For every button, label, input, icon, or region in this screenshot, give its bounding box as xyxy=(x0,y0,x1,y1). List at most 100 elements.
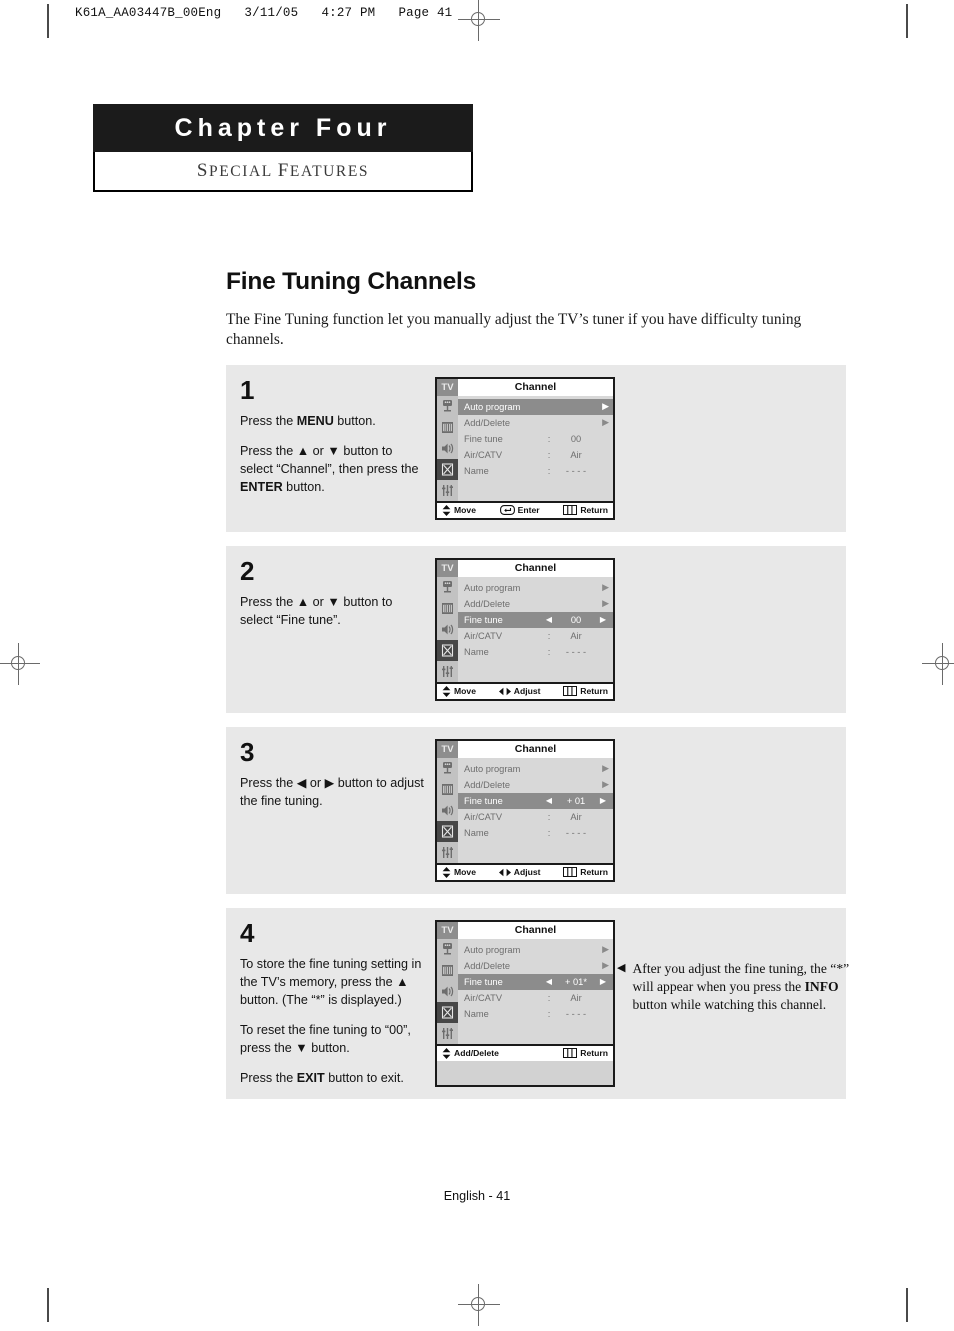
osd-footer-return[interactable]: Return xyxy=(563,867,608,878)
equalizer-icon[interactable] xyxy=(437,480,458,501)
setup-icon[interactable] xyxy=(437,639,458,661)
right-arrow-icon[interactable]: ▶ xyxy=(597,615,609,624)
osd-footer-adjust[interactable]: Adjust xyxy=(498,686,541,696)
osd-footer-label: Return xyxy=(580,1048,608,1059)
osd-row-add-delete[interactable]: Add/Delete ▶ xyxy=(458,777,613,793)
return-menu-icon xyxy=(563,1048,578,1059)
setup-icon[interactable] xyxy=(437,458,458,480)
antenna-icon[interactable] xyxy=(437,939,458,960)
osd-row-colon: : xyxy=(547,646,551,657)
left-arrow-icon[interactable]: ◀ xyxy=(543,615,555,624)
osd-row-value: 00 xyxy=(570,614,582,625)
osd-footer-adjust[interactable]: Adjust xyxy=(498,867,541,877)
osd-row-air-catv[interactable]: Air/CATV: Air xyxy=(458,628,613,644)
enter-key-icon xyxy=(499,505,515,516)
osd-row-colon: : xyxy=(547,465,551,476)
speaker-icon[interactable] xyxy=(437,981,458,1002)
osd-row-label: Fine tune xyxy=(464,614,503,625)
osd-row-value: Air xyxy=(570,992,582,1003)
osd-icon-column xyxy=(437,395,458,501)
step-text-column: 4 To store the fine tuning setting in the… xyxy=(240,920,435,1088)
step-paragraph: To reset the fine tuning to “00”, press … xyxy=(240,1023,411,1056)
crop-mark-top-right xyxy=(906,4,908,38)
antenna-icon[interactable] xyxy=(437,577,458,598)
osd-row-fine-tune[interactable]: Fine tune: 00 xyxy=(458,431,613,447)
osd-header: TV Channel xyxy=(437,740,613,758)
right-arrow-icon[interactable]: ▶ xyxy=(597,796,609,805)
osd-body: Auto program ▶ Add/Delete ▶ Fine tune ◀ + 01 ▶ A… xyxy=(437,757,613,863)
osd-footer-enter[interactable]: Enter xyxy=(499,505,540,516)
step-paragraph: Press the MENU button. xyxy=(240,413,376,428)
osd-footer-move[interactable]: Move xyxy=(442,866,476,878)
osd-footer-return[interactable]: Return xyxy=(563,505,608,516)
setup-icon[interactable] xyxy=(437,1001,458,1023)
osd-row-name[interactable]: Name: - - - - xyxy=(458,825,613,841)
osd-row-add-delete[interactable]: Add/Delete ▶ xyxy=(458,596,613,612)
registration-mark-bottom xyxy=(458,1284,500,1326)
osd-footer-return[interactable]: Return xyxy=(563,686,608,697)
osd-row-auto-program[interactable]: Auto program ▶ xyxy=(458,761,613,777)
equalizer-icon[interactable] xyxy=(437,661,458,682)
move-vertical-icon xyxy=(442,866,451,878)
osd-footer-label: Move xyxy=(454,867,476,878)
antenna-icon[interactable] xyxy=(437,396,458,417)
osd-row-add-delete[interactable]: Add/Delete ▶ xyxy=(458,958,613,974)
osd-row-auto-program[interactable]: Auto program ▶ xyxy=(458,580,613,596)
osd-footer-move[interactable]: Move xyxy=(442,504,476,516)
osd-row-label: Air/CATV xyxy=(464,992,503,1003)
osd-footer-label: Add/Delete xyxy=(454,1048,499,1059)
osd-row-auto-program[interactable]: Auto program ▶ xyxy=(458,942,613,958)
right-arrow-icon[interactable]: ▶ xyxy=(597,977,609,986)
osd-row-list: Auto program ▶ Add/Delete ▶ Fine tune ◀ + 01 ▶ A… xyxy=(458,757,613,863)
osd-row-value: + 01* xyxy=(565,976,587,987)
sidenote: ◀ After you adjust the fine tuning, the … xyxy=(617,960,852,1014)
osd-icon-column xyxy=(437,938,458,1044)
step-paragraph: Press the ◀ or ▶ button to adjust the fi… xyxy=(240,775,424,808)
equalizer-icon[interactable] xyxy=(437,1023,458,1044)
osd-row-name[interactable]: Name: - - - - xyxy=(458,463,613,479)
page-footer: English - 41 xyxy=(443,1189,511,1203)
osd-header: TV Channel xyxy=(437,921,613,939)
osd-footer-label: Return xyxy=(580,867,608,878)
left-arrow-icon[interactable]: ◀ xyxy=(543,796,555,805)
osd-row-air-catv[interactable]: Air/CATV: Air xyxy=(458,990,613,1006)
left-arrow-icon[interactable]: ◀ xyxy=(543,977,555,986)
osd-menu[interactable]: TV Channel Auto program ▶ Add/Delete ▶ Fine tu… xyxy=(435,376,615,520)
osd-row-fine-tune[interactable]: Fine tune ◀ + 01 ▶ xyxy=(458,792,613,809)
osd-menu[interactable]: TV Channel Auto program ▶ Add/Delete ▶ Fine tu… xyxy=(435,738,615,882)
antenna-icon[interactable] xyxy=(437,758,458,779)
osd-footer-move[interactable]: Move xyxy=(442,685,476,697)
osd-menu[interactable]: TV Channel Auto program ▶ Add/Delete ▶ Fine tu… xyxy=(435,557,615,701)
osd-menu-title: Channel xyxy=(514,742,557,755)
osd-row-name[interactable]: Name: - - - - xyxy=(458,644,613,660)
chevron-right-icon: ▶ xyxy=(602,779,609,790)
setup-icon[interactable] xyxy=(437,820,458,842)
osd-row-colon: : xyxy=(547,630,551,641)
osd-menu-title: Channel xyxy=(514,561,557,574)
osd-row-add-delete[interactable]: Add/Delete ▶ xyxy=(458,415,613,431)
step-text-column: 2 Press the ▲ or ▼ button to select “Fine… xyxy=(240,558,435,701)
osd-footer-return[interactable]: Return xyxy=(563,1048,608,1059)
equalizer-icon[interactable] xyxy=(437,842,458,863)
registration-mark-left xyxy=(0,643,40,685)
osd-menu[interactable]: TV Channel Auto program ▶ Add/Delete ▶ Fine tu… xyxy=(435,919,615,1088)
picture-icon[interactable] xyxy=(437,598,458,619)
speaker-icon[interactable] xyxy=(437,619,458,640)
osd-row-air-catv[interactable]: Air/CATV: Air xyxy=(458,447,613,463)
osd-row-fine-tune[interactable]: Fine tune ◀ + 01* ▶ xyxy=(458,973,613,990)
osd-header: TV Channel xyxy=(437,559,613,577)
osd-row-fine-tune[interactable]: Fine tune ◀ 00 ▶ xyxy=(458,611,613,628)
speaker-icon[interactable] xyxy=(437,800,458,821)
osd-row-label: Name xyxy=(464,465,489,476)
osd-row-value: 00 xyxy=(570,433,582,444)
osd-row-label: Auto program xyxy=(464,944,521,955)
move-vertical-icon xyxy=(442,685,451,697)
picture-icon[interactable] xyxy=(437,779,458,800)
picture-icon[interactable] xyxy=(437,417,458,438)
osd-row-auto-program[interactable]: Auto program ▶ xyxy=(458,398,613,415)
speaker-icon[interactable] xyxy=(437,438,458,459)
osd-row-name[interactable]: Name: - - - - xyxy=(458,1006,613,1022)
osd-footer-add-delete[interactable]: Add/Delete xyxy=(442,1047,499,1059)
picture-icon[interactable] xyxy=(437,960,458,981)
osd-row-air-catv[interactable]: Air/CATV: Air xyxy=(458,809,613,825)
